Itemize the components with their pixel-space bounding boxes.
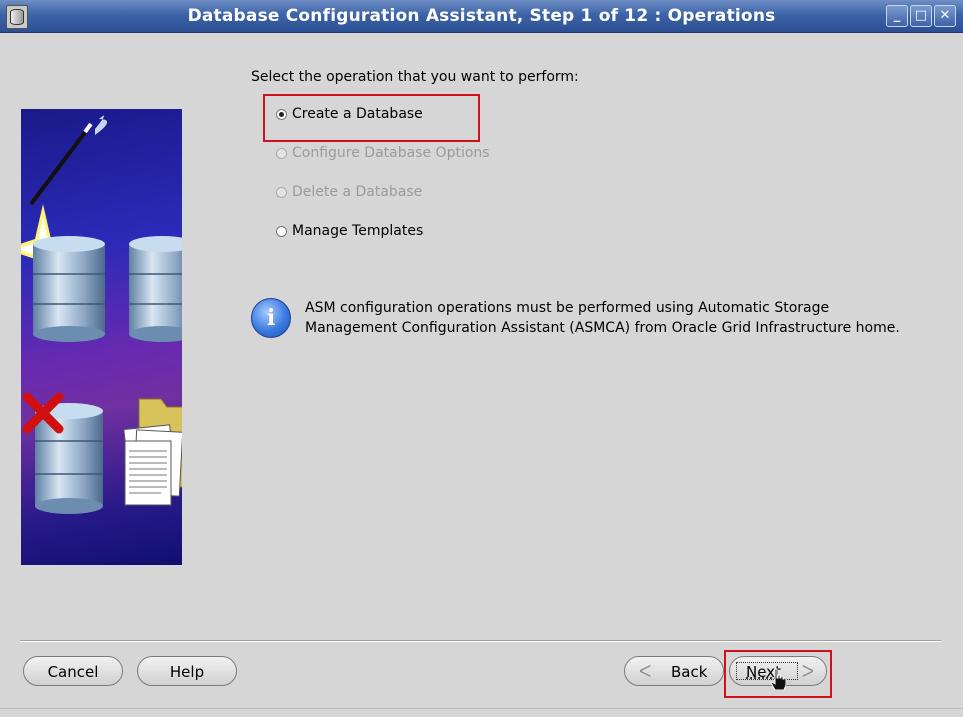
option-manage-templates[interactable]: Manage Templates bbox=[276, 221, 423, 241]
cancel-button[interactable]: Cancel bbox=[23, 656, 123, 686]
create-database-highlight bbox=[263, 94, 480, 142]
help-button[interactable]: Help bbox=[137, 656, 237, 686]
option-manage-templates-label[interactable]: Manage Templates bbox=[292, 223, 423, 239]
title-bar[interactable]: Database Configuration Assistant, Step 1… bbox=[0, 0, 963, 33]
info-icon: i bbox=[251, 298, 291, 338]
delete-database-icon bbox=[22, 392, 103, 514]
option-delete-database: Delete a Database bbox=[276, 182, 422, 202]
asm-info-line-2: Management Configuration Assistant (ASMC… bbox=[305, 320, 900, 336]
dbca-window: Database Configuration Assistant, Step 1… bbox=[0, 0, 963, 717]
database-checklist-icon bbox=[129, 236, 182, 342]
footer-separator bbox=[20, 640, 941, 642]
chevron-left-icon: ᐸ bbox=[639, 662, 652, 682]
close-button[interactable]: ✕ bbox=[934, 5, 956, 27]
radio-configure-database bbox=[276, 147, 287, 159]
window-title: Database Configuration Assistant, Step 1… bbox=[187, 6, 776, 26]
templates-folder-icon bbox=[123, 398, 182, 506]
back-button-label[interactable]: Back bbox=[671, 657, 707, 687]
minimize-button[interactable]: _ bbox=[886, 5, 908, 27]
operation-prompt: Select the operation that you want to pe… bbox=[251, 69, 579, 85]
radio-manage-templates[interactable] bbox=[276, 225, 287, 237]
radio-delete-database bbox=[276, 186, 287, 198]
option-delete-database-label: Delete a Database bbox=[292, 184, 423, 200]
hand-cursor-icon bbox=[770, 668, 786, 690]
asm-info-message: ASM configuration operations must be per… bbox=[305, 298, 945, 338]
illustration-graphic bbox=[21, 115, 182, 514]
back-button[interactable]: ᐸ Back bbox=[624, 656, 724, 686]
maximize-button[interactable]: □ bbox=[910, 5, 932, 27]
option-configure-database: Configure Database Options bbox=[276, 143, 490, 163]
wizard-illustration bbox=[21, 109, 182, 565]
option-configure-database-label: Configure Database Options bbox=[292, 145, 490, 161]
asm-info-line-1: ASM configuration operations must be per… bbox=[305, 300, 830, 316]
database-icon bbox=[33, 236, 105, 342]
